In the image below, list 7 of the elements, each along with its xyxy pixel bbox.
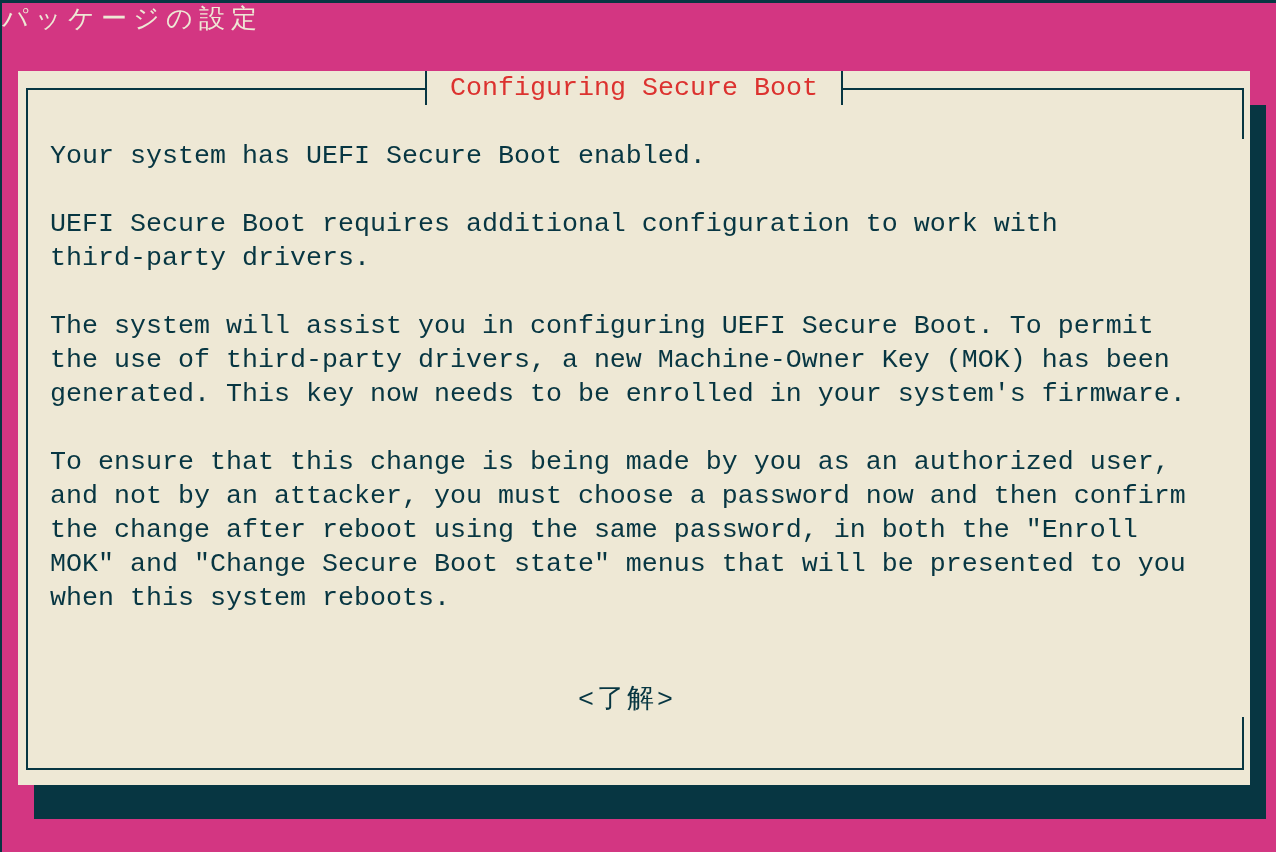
message-paragraph: The system will assist you in configuring UEFI Secure Boot. To permit the use of third-party drivers, a new Machine-Owner Key (MOK) has been generated. This key now needs to be enrolled in your system's firmware. <box>50 310 1187 411</box>
dialog-title: Configuring Secure Boot <box>425 71 843 105</box>
window-title: パッケージの設定 <box>2 4 263 37</box>
ok-button[interactable]: <了解> <box>578 683 676 717</box>
message-paragraph: To ensure that this change is being made by you as an authorized user, and not by an attacker, you must choose a password now and then confirm the change after reboot using the same password, in both the "Enroll MOK" and "Change Secure Boot state" menus that will be presented to you when this system reboots. <box>50 446 1187 615</box>
message-paragraph: UEFI Secure Boot requires additional configuration to work with third-party drivers. <box>50 208 1059 275</box>
message-paragraph: Your system has UEFI Secure Boot enabled. <box>50 140 707 173</box>
